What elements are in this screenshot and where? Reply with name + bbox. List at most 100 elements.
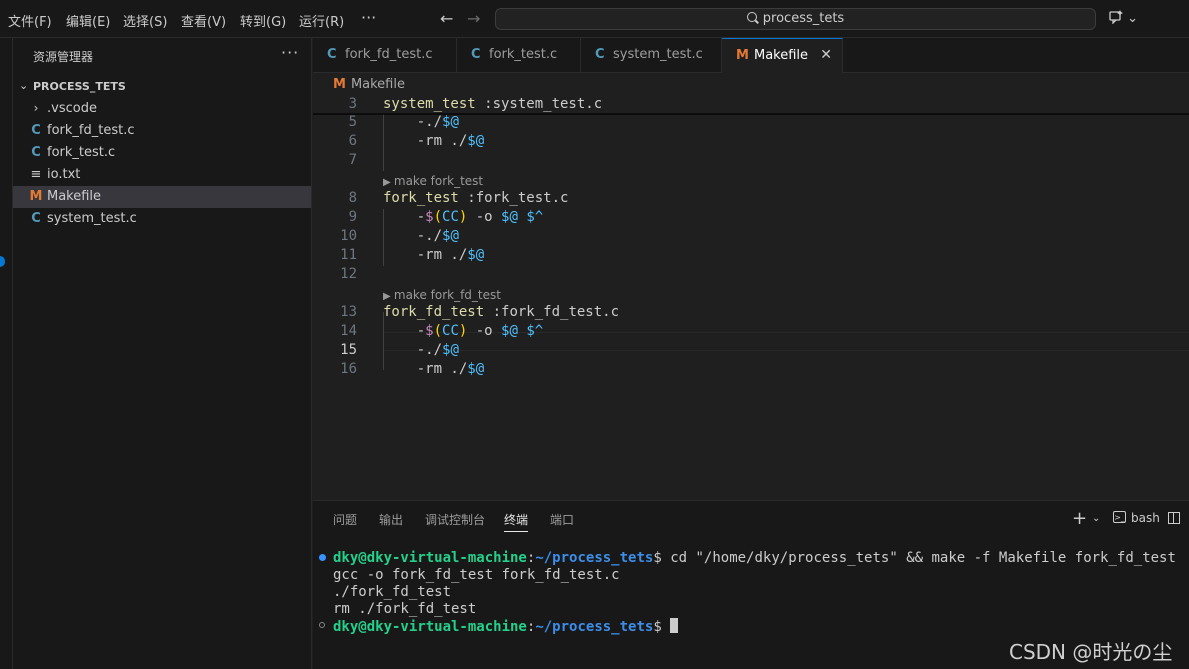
- line-number: 14: [340, 323, 357, 339]
- code-token: CC: [442, 323, 459, 339]
- line-number: 6: [348, 133, 357, 149]
- c-file-icon: C: [471, 47, 481, 62]
- menu-run[interactable]: 运行(R): [299, 11, 344, 30]
- tree-item-label: .vscode: [47, 101, 97, 116]
- chevron-down-icon[interactable]: ⌄: [19, 79, 28, 92]
- terminal-prompt-line[interactable]: dky@dky-virtual-machine:~/process_tets$: [333, 618, 679, 635]
- explorer-sidebar: 资源管理器 ··· ⌄ PROCESS_TETS › .vscode Cfork_f…: [13, 38, 312, 669]
- terminal-cursor: [670, 618, 679, 633]
- line-number: 15: [340, 342, 357, 358]
- breadcrumb[interactable]: M Makefile: [333, 77, 405, 92]
- terminal-user: dky@dky-virtual-machine: [333, 619, 527, 635]
- explorer-more-icon[interactable]: ···: [281, 43, 299, 62]
- code-token: -./: [383, 228, 443, 244]
- tree-item[interactable]: M Makefile: [13, 186, 311, 208]
- panel-tab-debug-console[interactable]: 调试控制台: [425, 511, 485, 528]
- tree-item[interactable]: ≡ io.txt: [13, 164, 311, 186]
- tab-label: fork_fd_test.c: [345, 47, 433, 62]
- code-token: $@: [467, 361, 485, 377]
- tree-item[interactable]: Csystem_test.c: [13, 208, 311, 230]
- code-token: (: [433, 323, 443, 339]
- terminal-line: dky@dky-virtual-machine:~/process_tets$ …: [333, 550, 1176, 566]
- line-number: 7: [348, 152, 357, 168]
- tree-item[interactable]: Cfork_test.c: [13, 142, 311, 164]
- copilot-chevron-icon[interactable]: ⌄: [1127, 11, 1138, 26]
- tab-fork-test[interactable]: C fork_test.c: [457, 38, 581, 73]
- code-line: -rm ./$@: [383, 247, 484, 263]
- command-center-search[interactable]: process_tets: [495, 8, 1096, 30]
- code-token: -o: [467, 323, 502, 339]
- tree-item[interactable]: › .vscode: [13, 98, 311, 120]
- code-line: -rm ./$@: [383, 361, 484, 377]
- code-token: $: [425, 209, 434, 225]
- menu-file[interactable]: 文件(F): [8, 11, 52, 30]
- code-line: -rm ./$@: [383, 133, 484, 149]
- command-pending-dot-icon: [319, 622, 325, 628]
- command-success-dot-icon: [319, 554, 326, 561]
- c-file-icon: C: [31, 123, 41, 138]
- code-token: $^: [526, 209, 544, 225]
- line-number: 8: [348, 190, 357, 206]
- terminal-command: cd "/home/dky/process_tets" && make -f M…: [661, 550, 1176, 566]
- menu-selection[interactable]: 选择(S): [123, 11, 167, 30]
- panel-tab-output[interactable]: 输出: [379, 511, 403, 528]
- new-terminal-icon[interactable]: +: [1072, 508, 1087, 529]
- forward-arrow-icon[interactable]: →: [467, 9, 480, 28]
- tree-item[interactable]: Cfork_fd_test.c: [13, 120, 311, 142]
- sticky-shadow: [313, 113, 1189, 115]
- code-token: -: [383, 209, 426, 225]
- line-number: 16: [340, 361, 357, 377]
- activity-indicator: [0, 256, 5, 267]
- line-number: 10: [340, 228, 357, 244]
- menu-edit[interactable]: 编辑(E): [66, 11, 110, 30]
- code-token: (: [433, 209, 443, 225]
- menu-go[interactable]: 转到(G): [240, 11, 286, 30]
- sticky-scroll[interactable]: 3 system_test :system_test.c: [313, 94, 1189, 114]
- codelens-run-target[interactable]: ▶ make fork_fd_test: [383, 288, 501, 302]
- c-file-icon: C: [595, 47, 605, 62]
- menu-view[interactable]: 查看(V): [181, 11, 226, 30]
- code-line: -./$@: [383, 114, 459, 130]
- code-line: -$(CC) -o $@ $^: [383, 209, 544, 225]
- line-number: 3: [348, 96, 357, 112]
- back-arrow-icon[interactable]: ←: [440, 9, 453, 28]
- panel-tab-problems[interactable]: 问题: [333, 511, 357, 528]
- make-deps: :system_test.c: [475, 96, 603, 112]
- code-token: $^: [526, 323, 544, 339]
- close-icon[interactable]: ✕: [820, 47, 832, 63]
- terminal-prompt: $: [653, 619, 662, 635]
- folder-header[interactable]: ⌄ PROCESS_TETS: [13, 76, 311, 98]
- code-line: -./$@: [383, 342, 459, 358]
- tab-fork-fd-test[interactable]: C fork_fd_test.c: [313, 38, 457, 73]
- terminal-output-line: ./fork_fd_test: [333, 584, 452, 600]
- make-deps: :fork_fd_test.c: [484, 304, 620, 320]
- code-token: -rm ./: [383, 133, 468, 149]
- tab-system-test[interactable]: C system_test.c: [581, 38, 722, 73]
- copilot-icon[interactable]: ⌄: [1109, 10, 1138, 26]
- line-number: 13: [340, 304, 357, 320]
- explorer-title: 资源管理器: [33, 50, 94, 64]
- codelens-label: make fork_test: [393, 174, 484, 188]
- code-editor[interactable]: 5 -./$@ 6 -rm ./$@ 7 ▶ make fork_test 8 fork_…: [313, 94, 1189, 500]
- make-target: system_test: [383, 96, 476, 112]
- tab-label: fork_test.c: [489, 47, 558, 62]
- terminal-shell-name[interactable]: bash: [1131, 511, 1160, 525]
- code-token: CC: [442, 209, 459, 225]
- split-terminal-icon[interactable]: [1168, 512, 1180, 524]
- code-token: -rm ./: [383, 361, 468, 377]
- make-target: fork_test: [383, 190, 459, 206]
- menu-more-icon[interactable]: ···: [361, 8, 376, 27]
- line-number: 12: [340, 266, 357, 282]
- watermark: CSDN @时光の尘: [1009, 640, 1173, 664]
- code-token: -: [383, 323, 426, 339]
- line-number: 11: [340, 247, 357, 263]
- tab-makefile[interactable]: M Makefile ✕: [722, 38, 843, 73]
- codelens-run-target[interactable]: ▶ make fork_test: [383, 174, 483, 188]
- panel-tab-ports[interactable]: 端口: [550, 511, 574, 528]
- code-line: -./$@: [383, 228, 459, 244]
- codelens-label: make fork_fd_test: [393, 288, 501, 302]
- run-triangle-icon: ▶: [383, 177, 394, 188]
- chevron-down-icon[interactable]: ⌄: [1092, 513, 1100, 524]
- panel-tab-terminal[interactable]: 终端: [504, 511, 529, 532]
- activity-bar: [0, 38, 13, 669]
